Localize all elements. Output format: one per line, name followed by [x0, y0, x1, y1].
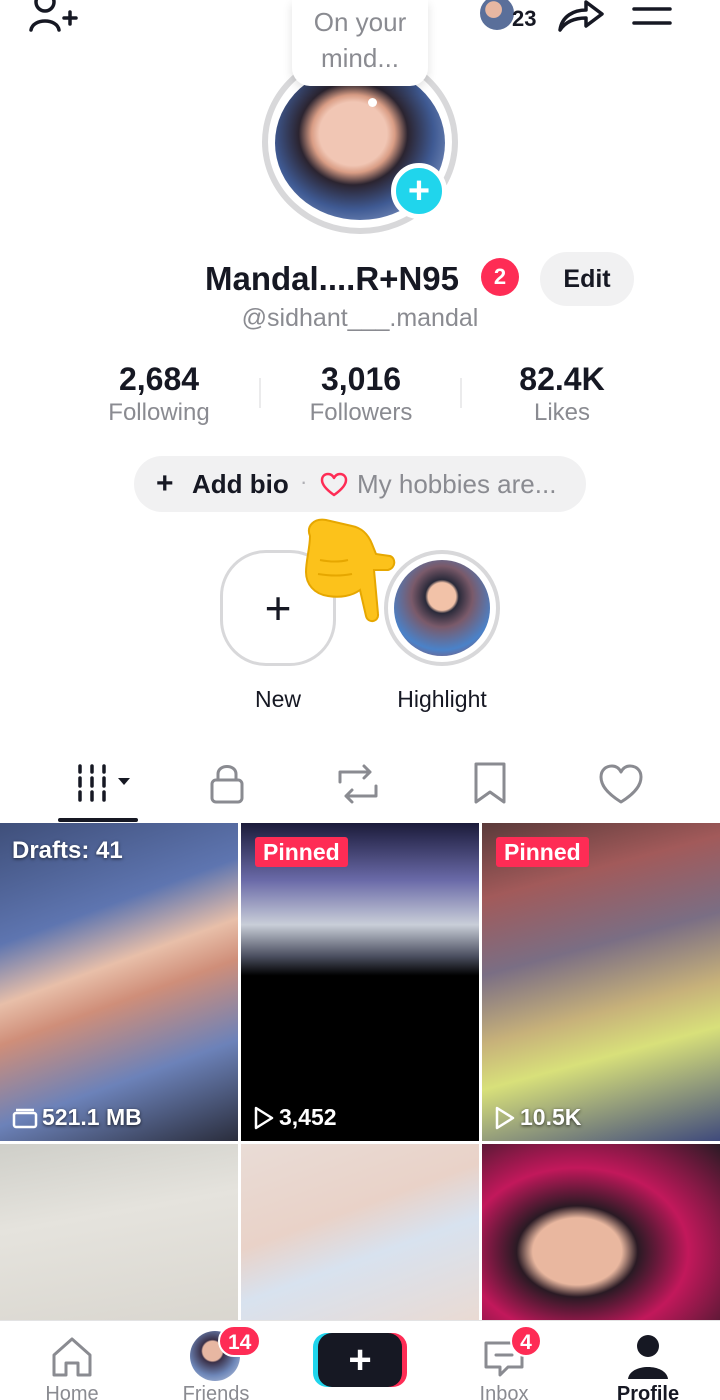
folder-icon: [12, 1108, 38, 1128]
play-icon: [254, 1106, 274, 1129]
pointing-hand-emoji: [304, 518, 396, 622]
video-thumbnail-pinned[interactable]: Pinned 3,452: [241, 823, 479, 1141]
bookmark-icon[interactable]: [458, 758, 522, 810]
view-count: 3,452: [253, 1104, 337, 1131]
active-tab-indicator: [58, 818, 138, 822]
bio-separator: ·: [300, 469, 308, 494]
following-avatars-count: 23: [512, 6, 537, 31]
bio-plus-icon: +: [156, 467, 174, 500]
display-name: Mandal....R+N95: [205, 260, 459, 297]
lock-icon[interactable]: [196, 758, 260, 810]
view-count-value: 10.5K: [520, 1104, 582, 1130]
avatar-add-button[interactable]: +: [391, 163, 447, 219]
stat-following-value: 2,684: [118, 361, 200, 397]
stat-likes-value: 82.4K: [519, 361, 605, 397]
highlight-label: Highlight: [397, 686, 487, 712]
edit-profile-button[interactable]: Edit: [540, 252, 634, 306]
repost-icon[interactable]: [326, 758, 390, 810]
nav-profile[interactable]: Profile: [576, 1321, 720, 1400]
add-user-icon[interactable]: [28, 0, 78, 34]
share-icon[interactable]: [554, 0, 606, 34]
nav-inbox[interactable]: 4 Inbox: [432, 1321, 576, 1400]
pinned-badge: Pinned: [496, 837, 589, 867]
home-icon: [52, 1337, 92, 1377]
highlight-thumbnail[interactable]: [394, 560, 490, 656]
play-icon: [495, 1106, 515, 1129]
new-highlight-label: New: [254, 686, 301, 712]
drafts-size: 521.1 MB: [12, 1104, 142, 1131]
stat-followers[interactable]: 3,016 Followers: [261, 360, 461, 428]
heart-outline-icon: [320, 472, 348, 497]
pinned-badge: Pinned: [255, 837, 348, 867]
grid-dropdown-icon[interactable]: [72, 758, 136, 810]
friends-badge: 14: [218, 1325, 262, 1357]
view-count-value: 3,452: [279, 1104, 337, 1130]
mini-avatar: [478, 0, 516, 32]
menu-icon[interactable]: [632, 6, 672, 28]
username: @sidhant___.mandal: [241, 304, 479, 332]
bio-hint: My hobbies are...: [357, 469, 557, 499]
nav-profile-label: Profile: [616, 1383, 680, 1400]
stat-likes-label: Likes: [533, 399, 591, 426]
stat-following-label: Following: [108, 399, 210, 426]
thought-bubble-dot: [368, 98, 377, 107]
following-avatars[interactable]: 23: [478, 0, 550, 36]
nav-friends-label: Friends: [182, 1383, 250, 1400]
stat-followers-value: 3,016: [320, 361, 402, 397]
video-thumbnail[interactable]: [482, 1144, 720, 1323]
profile-icon: [628, 1335, 668, 1379]
thought-bubble[interactable]: On your mind...: [292, 0, 428, 86]
stat-following[interactable]: 2,684 Following: [59, 360, 259, 428]
bottom-nav: Home 14 Friends + 4 Inbox Profile: [0, 1320, 720, 1400]
nav-home-label: Home: [45, 1383, 99, 1400]
drafts-size-value: 521.1 MB: [42, 1104, 142, 1130]
stat-likes[interactable]: 82.4K Likes: [462, 360, 662, 428]
drafts-label: Drafts: 41: [12, 837, 123, 864]
create-button[interactable]: +: [318, 1333, 402, 1387]
video-thumbnail-drafts[interactable]: Drafts: 41 521.1 MB: [0, 823, 238, 1141]
nav-friends[interactable]: 14 Friends: [144, 1321, 288, 1400]
name-notification-badge: 2: [481, 258, 519, 296]
heart-icon[interactable]: [589, 758, 653, 810]
nav-inbox-label: Inbox: [479, 1383, 529, 1400]
video-grid: Drafts: 41 521.1 MB Pinned 3,452 Pinned …: [0, 823, 720, 1323]
video-thumbnail[interactable]: [0, 1144, 238, 1323]
video-thumbnail[interactable]: [241, 1144, 479, 1323]
add-bio-label: Add bio: [192, 469, 289, 499]
view-count: 10.5K: [494, 1104, 581, 1131]
nav-home[interactable]: Home: [0, 1321, 144, 1400]
stat-followers-label: Followers: [309, 399, 413, 426]
video-thumbnail-pinned[interactable]: Pinned 10.5K: [482, 823, 720, 1141]
inbox-badge: 4: [510, 1325, 542, 1357]
